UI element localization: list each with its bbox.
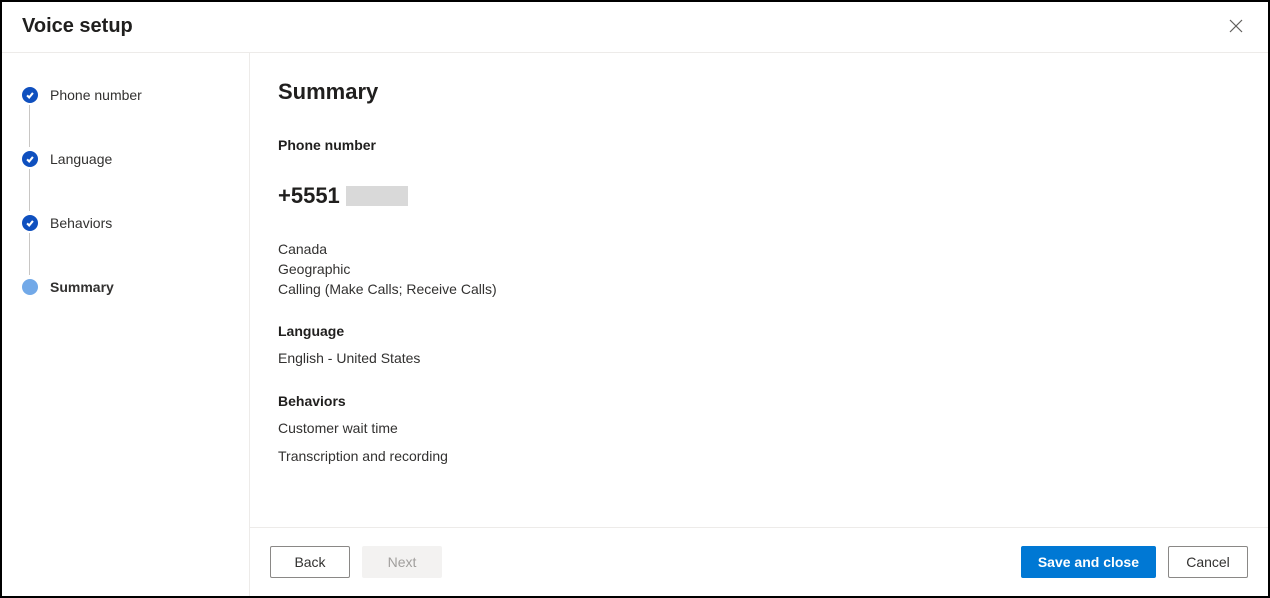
summary-content: Summary Phone number +5551 Canada Geogra…	[250, 53, 1268, 527]
step-summary[interactable]: Summary	[22, 275, 249, 299]
step-connector	[29, 233, 30, 275]
close-icon	[1228, 18, 1244, 34]
save-and-close-button[interactable]: Save and close	[1021, 546, 1156, 578]
step-phone-number[interactable]: Phone number	[22, 83, 249, 107]
cancel-button[interactable]: Cancel	[1168, 546, 1248, 578]
step-connector	[29, 105, 30, 147]
phone-number-row: +5551	[278, 183, 1240, 209]
footer-right: Save and close Cancel	[1021, 546, 1248, 578]
check-icon	[22, 215, 38, 231]
step-language[interactable]: Language	[22, 147, 249, 171]
behavior-item: Transcription and recording	[278, 445, 1240, 467]
phone-type: Geographic	[278, 259, 1240, 279]
footer-left: Back Next	[270, 546, 442, 578]
back-button[interactable]: Back	[270, 546, 350, 578]
step-label: Language	[50, 151, 112, 167]
close-button[interactable]	[1224, 14, 1248, 38]
wizard-steps: Phone number Language Behaviors Summary	[2, 53, 250, 596]
current-step-icon	[22, 279, 38, 295]
dialog-title: Voice setup	[22, 15, 133, 38]
phone-country: Canada	[278, 239, 1240, 259]
step-label: Phone number	[50, 87, 142, 103]
language-label: Language	[278, 323, 1240, 339]
step-label: Summary	[50, 279, 114, 295]
step-label: Behaviors	[50, 215, 112, 231]
behaviors-label: Behaviors	[278, 393, 1240, 409]
main-panel: Summary Phone number +5551 Canada Geogra…	[250, 53, 1268, 596]
next-button: Next	[362, 546, 442, 578]
phone-number-label: Phone number	[278, 137, 1240, 153]
step-behaviors[interactable]: Behaviors	[22, 211, 249, 235]
dialog-body: Phone number Language Behaviors Summary …	[2, 53, 1268, 596]
page-title: Summary	[278, 79, 1240, 105]
phone-features: Calling (Make Calls; Receive Calls)	[278, 279, 1240, 299]
dialog-footer: Back Next Save and close Cancel	[250, 527, 1268, 596]
dialog-header: Voice setup	[2, 2, 1268, 53]
check-icon	[22, 151, 38, 167]
check-icon	[22, 87, 38, 103]
behavior-item: Customer wait time	[278, 417, 1240, 439]
redacted-digits	[346, 186, 408, 206]
language-value: English - United States	[278, 347, 1240, 369]
step-connector	[29, 169, 30, 211]
phone-number-value: +5551	[278, 183, 340, 209]
